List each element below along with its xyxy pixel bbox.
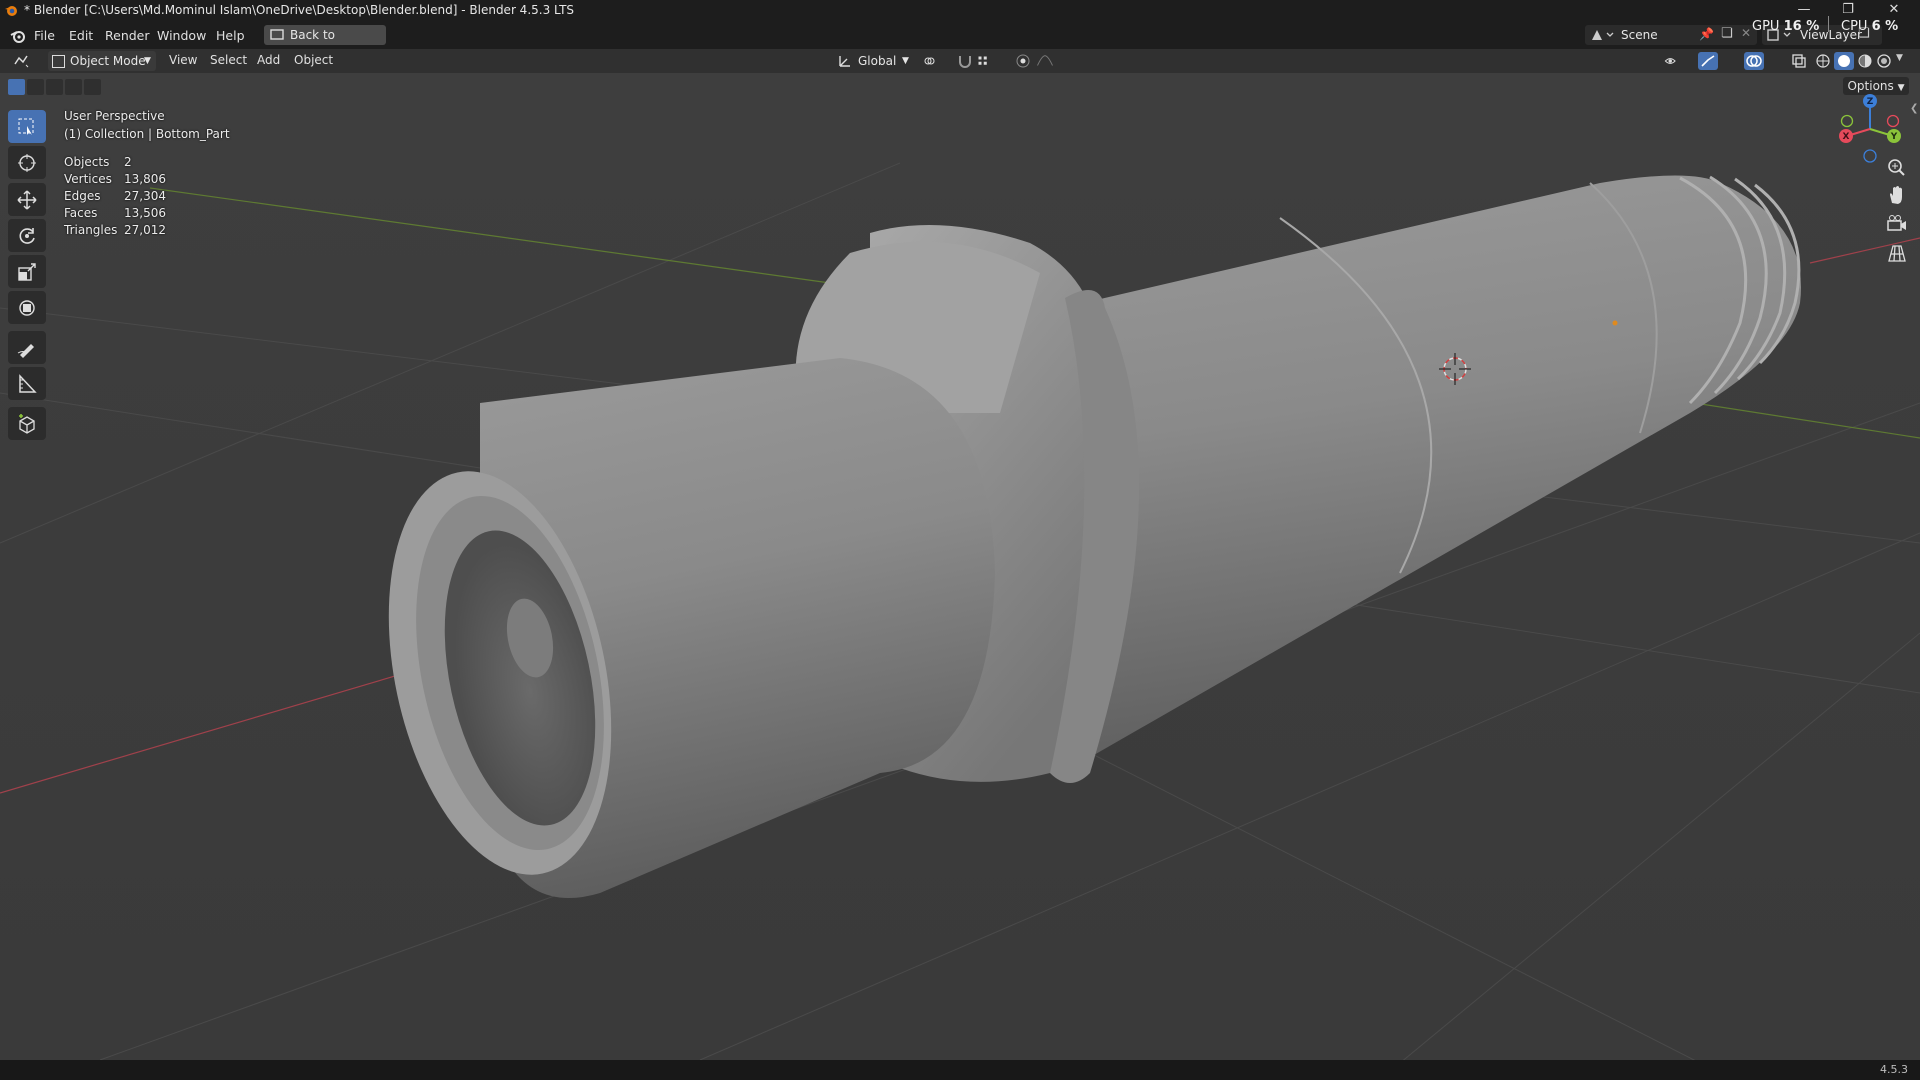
select-invert-icon[interactable] — [65, 79, 82, 95]
rendered-shading-icon[interactable] — [1875, 52, 1893, 70]
menu-window[interactable]: Window — [157, 28, 206, 43]
pan-view-button[interactable] — [1883, 183, 1911, 209]
3d-viewport[interactable]: Options ▼ User Perspective (1) Collectio… — [0, 73, 1920, 1060]
gizmo-neg-z — [1863, 149, 1877, 163]
select-box-icon — [18, 118, 34, 135]
add-cube-icon — [19, 414, 35, 434]
annotate-icon — [17, 344, 34, 358]
transform-orientation-dropdown[interactable]: Global ▼ — [836, 51, 912, 71]
wireframe-shading-icon[interactable] — [1814, 52, 1832, 70]
grid-perspective-icon — [1888, 245, 1906, 262]
rotate-icon — [19, 228, 35, 244]
gizmo-x-label: X — [1843, 132, 1850, 142]
gizmo-neg-y — [1840, 114, 1854, 128]
blender-logo-icon — [5, 6, 17, 16]
scene-selector[interactable]: Scene 📌 ❏ ✕ — [1585, 25, 1757, 45]
transform-icon — [19, 300, 35, 316]
screen-icon — [270, 29, 284, 40]
top-menubar: File Edit Render Window Help Back to Pre… — [0, 16, 1920, 62]
cpu-usage: CPU 6 % — [1841, 19, 1899, 34]
material-preview-icon[interactable] — [1856, 52, 1874, 70]
menu-help[interactable]: Help — [216, 28, 245, 43]
pivot-point-icon[interactable] — [922, 52, 940, 70]
move-icon — [17, 190, 37, 210]
xray-toggle-icon[interactable] — [1790, 52, 1808, 70]
rotate-tool[interactable] — [8, 219, 46, 252]
scene-statistics: Objects 2 Vertices 13,806 Edges 27,304 Face… — [64, 155, 204, 240]
object-origin-dot — [1612, 320, 1618, 326]
viewport-header: Object Mode ▼ View Select Add Object Glo… — [0, 49, 1920, 73]
orientation-icon — [839, 56, 850, 67]
toggle-projection-button[interactable] — [1883, 241, 1911, 267]
blender-menu-icon[interactable] — [10, 28, 26, 44]
perf-divider — [1828, 16, 1829, 32]
hand-icon — [1890, 186, 1902, 204]
select-extend-icon[interactable] — [27, 79, 44, 95]
select-subtract-icon[interactable] — [46, 79, 63, 95]
move-tool[interactable] — [8, 183, 46, 216]
camera-icon — [1887, 215, 1906, 231]
cursor-icon — [18, 154, 36, 172]
pin-icon[interactable]: 📌 — [1699, 27, 1714, 41]
falloff-icon[interactable] — [1036, 52, 1054, 70]
chevron-down-icon: ▼ — [902, 56, 909, 66]
camera-view-button[interactable] — [1883, 212, 1911, 238]
new-scene-icon[interactable]: ❏ — [1721, 26, 1733, 41]
gizmo-y-label: Y — [1890, 132, 1898, 142]
sidebar-toggle-icon[interactable]: ❮ — [1910, 103, 1918, 114]
object-mode-icon — [52, 55, 65, 68]
window-title: * Blender [C:\Users\Md.Mominul Islam\One… — [24, 3, 575, 17]
measure-tool[interactable] — [8, 367, 46, 400]
object-menu[interactable]: Object — [294, 53, 333, 67]
annotate-tool[interactable] — [8, 331, 46, 364]
gizmo-z-label: Z — [1867, 97, 1874, 107]
stat-triangles: Triangles 27,012 — [64, 223, 166, 237]
delete-scene-icon[interactable]: ✕ — [1741, 26, 1751, 40]
stat-edges: Edges 27,304 — [64, 189, 166, 203]
gizmo-toggle-icon[interactable] — [1698, 52, 1718, 70]
mode-dropdown[interactable]: Object Mode ▼ — [48, 51, 156, 71]
snap-increment-icon[interactable] — [977, 52, 995, 70]
overlays-toggle-icon[interactable] — [1744, 52, 1764, 70]
view-menu[interactable]: View — [169, 53, 197, 67]
transform-tool[interactable] — [8, 291, 46, 324]
scene-icon — [1592, 30, 1614, 40]
add-cube-tool[interactable] — [8, 407, 46, 440]
window-titlebar: * Blender [C:\Users\Md.Mominul Islam\One… — [0, 0, 1920, 22]
stat-objects: Objects 2 — [64, 155, 132, 169]
chevron-down-icon: ▼ — [144, 56, 151, 66]
add-menu[interactable]: Add — [257, 53, 280, 67]
back-to-previous-button[interactable]: Back to Previous — [264, 25, 386, 62]
status-bar: 4.5.3 — [0, 1060, 1920, 1080]
select-menu[interactable]: Select — [210, 53, 247, 67]
visibility-icon[interactable] — [1664, 52, 1682, 70]
stat-faces: Faces 13,506 — [64, 206, 166, 220]
select-new-icon[interactable] — [8, 79, 25, 95]
zoom-view-button[interactable] — [1883, 155, 1911, 181]
selection-mode-group — [8, 79, 103, 95]
measure-icon — [19, 374, 37, 393]
gizmo-neg-x — [1886, 114, 1900, 128]
select-box-tool[interactable] — [8, 110, 46, 143]
version-label: 4.5.3 — [1880, 1063, 1908, 1076]
cursor-tool[interactable] — [8, 146, 46, 179]
editor-type-icon[interactable] — [12, 52, 30, 70]
select-intersect-icon[interactable] — [84, 79, 101, 95]
zoom-icon — [1888, 159, 1905, 176]
view-perspective-label: User Perspective — [64, 109, 165, 123]
menu-file[interactable]: File — [34, 28, 55, 43]
scale-icon — [18, 263, 36, 281]
gpu-usage: GPU 16 % — [1752, 19, 1820, 34]
active-collection-label: (1) Collection | Bottom_Part — [64, 127, 230, 141]
shading-options-chevron-icon[interactable]: ▼ — [1896, 53, 1903, 63]
viewport-scene — [0, 73, 1920, 1060]
proportional-edit-icon[interactable] — [1014, 52, 1032, 70]
menu-render[interactable]: Render — [105, 28, 150, 43]
stat-vertices: Vertices 13,806 — [64, 172, 166, 186]
snap-icon[interactable] — [956, 52, 974, 70]
solid-shading-icon[interactable] — [1834, 52, 1854, 70]
scale-tool[interactable] — [8, 255, 46, 288]
menu-edit[interactable]: Edit — [69, 28, 93, 43]
